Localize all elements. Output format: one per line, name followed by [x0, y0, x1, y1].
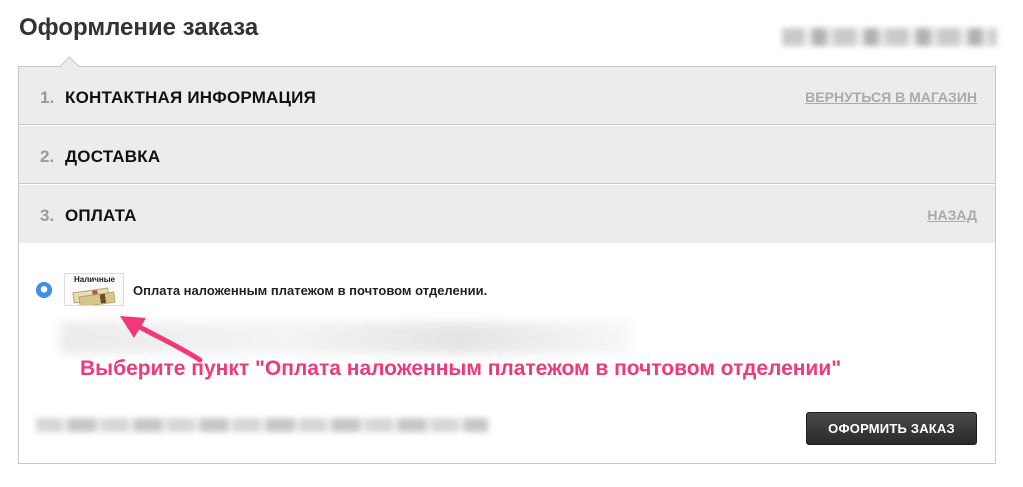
step-delivery: 2. ДОСТАВКА	[19, 126, 995, 184]
page-title: Оформление заказа	[19, 14, 259, 41]
checkout-steps-panel: 1. КОНТАКТНАЯ ИНФОРМАЦИЯ ВЕРНУТЬСЯ В МАГ…	[18, 66, 996, 464]
blurred-user-info	[782, 28, 997, 46]
step-title: ДОСТАВКА	[65, 147, 161, 166]
step-number: 2.	[40, 147, 55, 166]
payment-radio-selected[interactable]	[37, 283, 51, 297]
blurred-terms-text	[36, 418, 488, 432]
cash-icon-label: Наличные	[74, 275, 115, 284]
payment-option-cash-on-delivery[interactable]: Наличные Оплата наложенным платежом в по…	[37, 273, 657, 307]
checkout-page: Оформление заказа 1. КОНТАКТНАЯ ИНФОРМАЦ…	[0, 0, 1023, 487]
return-to-shop-link[interactable]: ВЕРНУТЬСЯ В МАГАЗИН	[805, 89, 977, 105]
step-title: ОПЛАТА	[65, 206, 137, 225]
instruction-annotation: Выберите пункт "Оплата наложенным платеж…	[80, 357, 842, 380]
step-title: КОНТАКТНАЯ ИНФОРМАЦИЯ	[65, 88, 316, 107]
place-order-button[interactable]: ОФОРМИТЬ ЗАКАЗ	[806, 412, 977, 445]
cash-icon: Наличные	[64, 273, 124, 306]
step-number: 3.	[40, 206, 55, 225]
step-contact-info: 1. КОНТАКТНАЯ ИНФОРМАЦИЯ ВЕРНУТЬСЯ В МАГ…	[19, 67, 995, 125]
step-number: 1.	[40, 88, 55, 107]
step-payment: 3. ОПЛАТА НАЗАД	[19, 185, 995, 243]
payment-option-label[interactable]: Оплата наложенным платежом в почтовом от…	[133, 283, 487, 298]
back-link[interactable]: НАЗАД	[927, 207, 977, 223]
